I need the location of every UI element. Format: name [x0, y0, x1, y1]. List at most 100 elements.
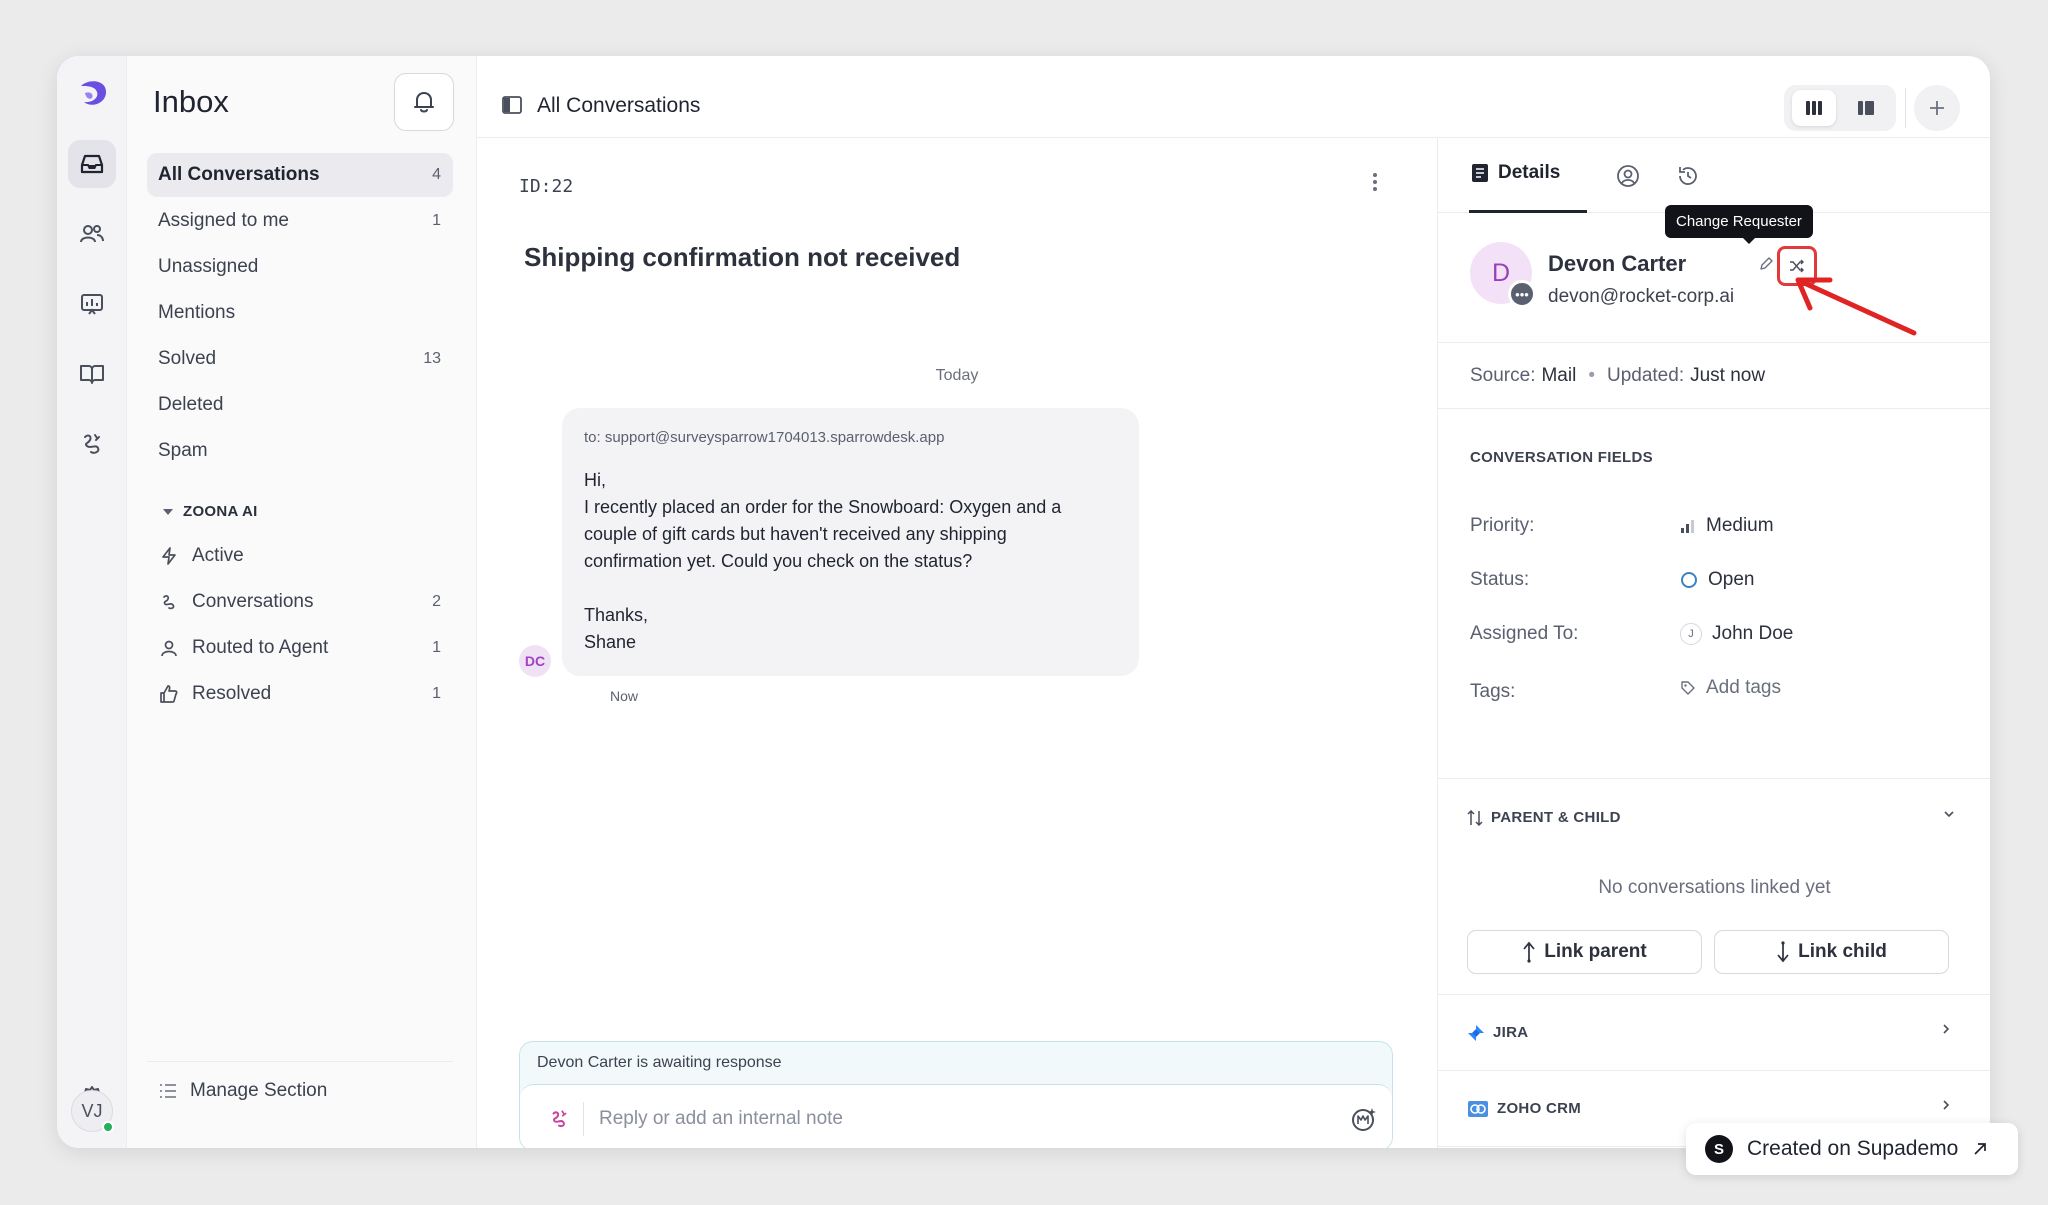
date-divider: Today: [935, 367, 979, 384]
message-line: couple of gift cards but haven't receive…: [584, 524, 1007, 544]
history-tab-icon[interactable]: [1676, 164, 1700, 188]
nav-assigned-to-me[interactable]: Assigned to me 1: [147, 199, 453, 243]
nav-label: Mentions: [158, 302, 236, 323]
priority-value[interactable]: Medium: [1680, 515, 1774, 537]
zoona-ai-rail-icon[interactable]: [68, 420, 116, 468]
assignee-avatar: J: [1680, 623, 1702, 645]
nav-unassigned[interactable]: Unassigned: [147, 245, 453, 289]
updated-value: Just now: [1690, 364, 1766, 386]
manage-section-label: Manage Section: [190, 1080, 328, 1101]
nav-spam[interactable]: Spam: [147, 429, 453, 473]
integration-name: ZOHO CRM: [1497, 1100, 1582, 1117]
annotation-arrow-icon: [1795, 277, 1917, 336]
zoona-assist-button[interactable]: [534, 1101, 584, 1136]
composer-area: Devon Carter is awaiting response Reply …: [519, 1041, 1393, 1148]
change-requester-tooltip: Change Requester: [1665, 205, 1813, 244]
jira-icon: [1468, 1024, 1484, 1041]
contact-tab-icon[interactable]: [1616, 164, 1640, 188]
message-time: Now: [610, 688, 639, 704]
no-links-message: No conversations linked yet: [1598, 877, 1831, 898]
conversation-id: ID:22: [519, 176, 574, 197]
chevron-right-icon: [1943, 1100, 1950, 1110]
add-tags-button[interactable]: Add tags: [1680, 677, 1781, 699]
conversation-subject: Shipping confirmation not received: [524, 242, 961, 272]
columns-icon: [1806, 101, 1822, 115]
ai-compose-icon[interactable]: [1350, 1105, 1378, 1133]
nav-label: Resolved: [192, 683, 272, 704]
more-options-button[interactable]: [1372, 172, 1378, 198]
requester-avatar[interactable]: D •••: [1470, 242, 1536, 308]
field-label: Assigned To:: [1470, 623, 1579, 644]
parent-child-header[interactable]: PARENT & CHILD: [1467, 809, 1621, 826]
field-status: Status: Open: [1470, 569, 1950, 591]
link-child-label: Link child: [1798, 941, 1887, 962]
toggle-sidebar-icon[interactable]: [502, 96, 522, 114]
caret-down-icon: [163, 508, 173, 515]
sender-avatar[interactable]: DC: [519, 645, 551, 677]
field-value: John Doe: [1712, 623, 1794, 644]
arrow-down-icon: [1777, 941, 1789, 963]
nav-zoona-conversations[interactable]: Conversations 2: [147, 579, 453, 625]
zoona-ai-nav: Active Conversations 2 Routed to Agent 1…: [147, 533, 453, 717]
supademo-badge[interactable]: S Created on Supademo: [1686, 1123, 2018, 1175]
page-title: All Conversations: [537, 94, 701, 117]
edit-pencil-icon[interactable]: [1759, 257, 1773, 271]
field-priority: Priority: Medium: [1470, 515, 1950, 537]
chevron-down-icon[interactable]: [1942, 807, 1956, 821]
nav-label: Conversations: [192, 591, 314, 612]
assignee-value[interactable]: J John Doe: [1680, 623, 1793, 645]
status-value[interactable]: Open: [1680, 569, 1754, 591]
contacts-rail-icon[interactable]: [68, 210, 116, 258]
tab-details[interactable]: Details: [1471, 162, 1560, 184]
split-view-button[interactable]: [1844, 90, 1888, 126]
field-assigned-to: Assigned To: J John Doe: [1470, 623, 1950, 645]
group-title: ZOONA AI: [183, 503, 258, 520]
reports-rail-icon[interactable]: [68, 280, 116, 328]
agent-icon: [161, 640, 177, 657]
new-conversation-button[interactable]: [1914, 85, 1960, 131]
nav-all-conversations[interactable]: All Conversations 4: [147, 153, 453, 197]
inbox-rail-icon[interactable]: [68, 140, 116, 188]
supademo-label: Created on Supademo: [1747, 1137, 1959, 1160]
inbox-sidebar: Inbox All Conversations 4 Assigned to me 1…: [127, 56, 477, 1148]
integration-name: JIRA: [1493, 1024, 1529, 1041]
integration-jira[interactable]: JIRA: [1438, 995, 1990, 1071]
notifications-button[interactable]: [394, 73, 454, 131]
knowledge-base-rail-icon[interactable]: [68, 350, 116, 398]
reply-composer[interactable]: Reply or add an internal note: [520, 1084, 1392, 1148]
nav-deleted[interactable]: Deleted: [147, 383, 453, 427]
field-label: Priority:: [1470, 515, 1535, 536]
nav-mentions[interactable]: Mentions: [147, 291, 453, 335]
link-child-button[interactable]: Link child: [1714, 930, 1949, 974]
conversation-fields: CONVERSATION FIELDS Priority: Medium Sta…: [1438, 409, 1990, 779]
nav-count: 13: [423, 350, 441, 367]
app-logo-icon[interactable]: [75, 76, 111, 112]
nav-label: Solved: [158, 348, 217, 369]
kebab-icon: [1373, 173, 1377, 191]
field-tags: Tags: Add tags: [1470, 677, 1950, 703]
field-value: Open: [1708, 569, 1755, 590]
nav-label: Routed to Agent: [192, 637, 329, 658]
field-label: Status:: [1470, 569, 1530, 590]
zoona-icon: [552, 1109, 566, 1127]
updated-label: Updated:: [1606, 364, 1685, 386]
reply-input[interactable]: Reply or add an internal note: [584, 1108, 1350, 1130]
column-view-button[interactable]: [1792, 90, 1836, 126]
nav-zoona-active[interactable]: Active: [147, 533, 453, 579]
requester-name: Devon Carter: [1548, 251, 1687, 276]
tag-icon: [1681, 681, 1695, 695]
nav-label: All Conversations: [158, 164, 320, 185]
nav-solved[interactable]: Solved 13: [147, 337, 453, 381]
nav-label: Unassigned: [158, 256, 259, 277]
nav-zoona-resolved[interactable]: Resolved 1: [147, 671, 453, 717]
nav-count: 4: [432, 166, 441, 183]
link-parent-button[interactable]: Link parent: [1467, 930, 1702, 974]
manage-section-button[interactable]: Manage Section: [147, 1061, 453, 1120]
zoona-ai-group-toggle[interactable]: ZOONA AI: [162, 503, 258, 520]
nav-zoona-routed-to-agent[interactable]: Routed to Agent 1: [147, 625, 453, 671]
field-value: Add tags: [1706, 677, 1781, 698]
user-avatar[interactable]: VJ: [71, 1090, 114, 1133]
header-divider: [1905, 88, 1906, 128]
message-line: confirmation yet. Could you check on the…: [584, 551, 973, 571]
